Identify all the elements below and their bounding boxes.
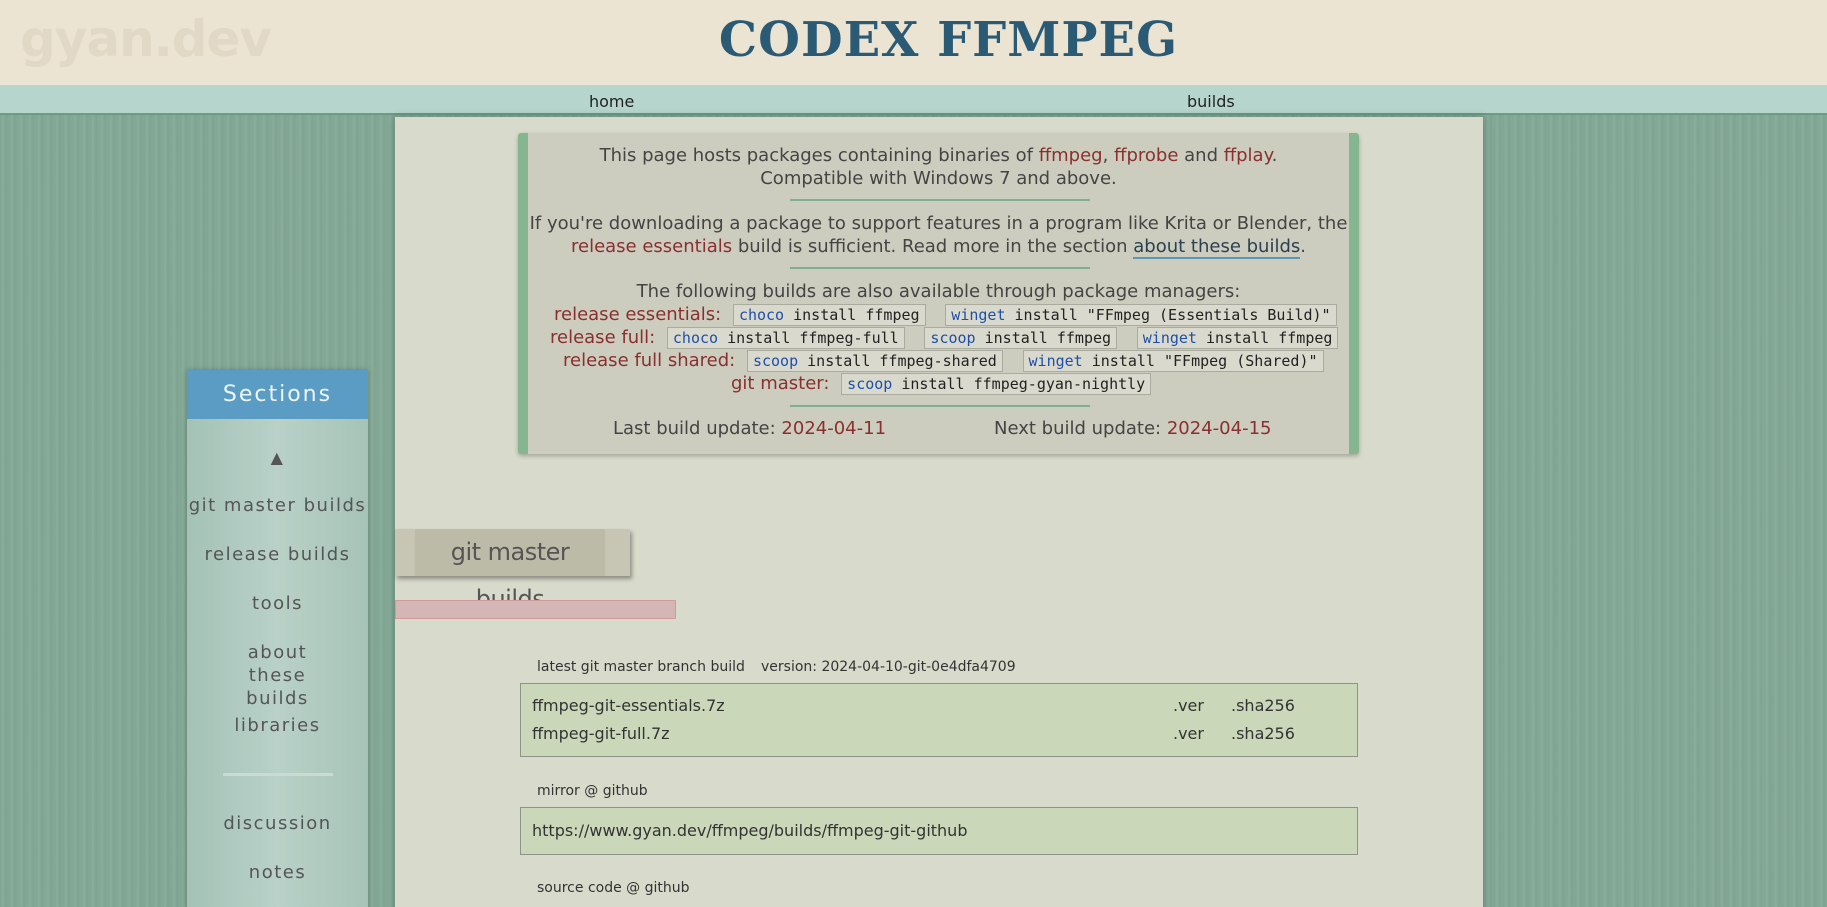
- package-manager-intro: The following builds are also available …: [636, 281, 1241, 302]
- sections-sidebar: Sections ▲ git master builds release bui…: [187, 370, 368, 907]
- ffprobe-term: ffprobe: [1114, 145, 1179, 166]
- release-essentials-term: release essentials: [570, 236, 733, 257]
- sha256-link[interactable]: .sha256: [1231, 696, 1295, 715]
- ver-link[interactable]: .ver: [1173, 696, 1204, 715]
- pm-tool: scoop: [752, 352, 799, 370]
- essentials-line: release essentials build is sufficient. …: [528, 236, 1349, 259]
- last-build-update: Last build update: 2024-04-11: [613, 418, 886, 439]
- compat-line: Compatible with Windows 7 and above.: [760, 168, 1117, 189]
- sidebar-item-git-master-builds[interactable]: git master builds: [187, 494, 368, 517]
- sidebar-item-about-these-builds[interactable]: about these builds: [187, 641, 368, 710]
- mirror-box: https://www.gyan.dev/ffmpeg/builds/ffmpe…: [520, 807, 1358, 855]
- pm-tool: choco: [738, 306, 785, 324]
- pm-args: install ffmpeg: [784, 306, 920, 324]
- section-heading: git master builds: [415, 529, 605, 613]
- download-box: ffmpeg-git-essentials.7z .ver .sha256 ff…: [520, 683, 1358, 757]
- pm-args: install ffmpeg: [1196, 329, 1333, 347]
- info-text: ,: [1102, 145, 1115, 166]
- last-build-date: 2024-04-11: [781, 418, 887, 439]
- scroll-top-arrow-icon[interactable]: ▲: [187, 446, 368, 469]
- pm-command[interactable]: scoop install ffmpeg-gyan-nightly: [841, 373, 1152, 395]
- info-text: .: [1271, 145, 1278, 166]
- mirror-link[interactable]: https://www.gyan.dev/ffmpeg/builds/ffmpe…: [532, 821, 967, 840]
- pm-args: install ffmpeg: [975, 329, 1112, 347]
- pm-command[interactable]: scoop install ffmpeg: [924, 327, 1118, 349]
- latest-build-caption: latest git master branch build: [537, 659, 745, 675]
- pm-args: install ffmpeg-shared: [798, 352, 997, 370]
- download-row: ffmpeg-git-full.7z .ver .sha256: [532, 724, 1342, 746]
- download-link[interactable]: ffmpeg-git-essentials.7z: [532, 696, 725, 715]
- info-intro-line: This page hosts packages containing bina…: [528, 145, 1349, 166]
- info-text: This page hosts packages containing bina…: [599, 145, 1039, 166]
- pm-command[interactable]: winget install "FFmpeg (Essentials Build…: [945, 304, 1337, 326]
- version-caption: version: 2024-04-10-git-0e4dfa4709: [761, 659, 1016, 675]
- pm-tool: winget: [951, 306, 1006, 324]
- pm-command[interactable]: choco install ffmpeg-full: [666, 327, 905, 349]
- pm-command[interactable]: winget install "FFmpeg (Shared)": [1022, 350, 1324, 372]
- sidebar-divider: [223, 773, 333, 776]
- info-text: .: [1300, 236, 1306, 257]
- pm-args: install "FFmpeg (Essentials Build)": [1005, 306, 1331, 324]
- ffmpeg-term: ffmpeg: [1038, 145, 1103, 166]
- about-builds-link[interactable]: about these builds: [1133, 236, 1301, 259]
- sidebar-item-libraries[interactable]: libraries: [187, 714, 368, 737]
- page-header: gyan.dev CODEX FFMPEG: [0, 0, 1827, 85]
- last-build-label: Last build update:: [613, 418, 782, 439]
- nav-link-builds[interactable]: builds: [1187, 92, 1235, 111]
- pm-label: git master:: [731, 373, 830, 394]
- page-title: CODEX FFMPEG: [718, 12, 1179, 68]
- next-build-update: Next build update: 2024-04-15: [994, 418, 1271, 439]
- pm-command[interactable]: scoop install ffmpeg-shared: [746, 350, 1003, 372]
- pm-label: release full shared:: [563, 350, 736, 371]
- divider: [790, 199, 1090, 201]
- ver-link[interactable]: .ver: [1173, 724, 1204, 743]
- krita-line: If you're downloading a package to suppo…: [529, 213, 1348, 234]
- pm-args: install "FFmpeg (Shared)": [1082, 352, 1318, 370]
- pm-label: release essentials:: [554, 304, 722, 325]
- section-heading-tab: git master builds: [395, 529, 630, 613]
- pm-args: install ffmpeg-gyan-nightly: [892, 375, 1146, 393]
- info-text: and: [1178, 145, 1224, 166]
- top-navbar: home builds: [0, 85, 1827, 115]
- sidebar-item-tools[interactable]: tools: [187, 592, 368, 615]
- divider: [790, 267, 1090, 269]
- sidebar-item-notes[interactable]: notes: [187, 861, 368, 884]
- pm-row-git-master: git master: scoop install ffmpeg-gyan-ni…: [731, 373, 1152, 395]
- pm-row-release-full-shared: release full shared: scoop install ffmpe…: [563, 350, 1324, 372]
- download-row: ffmpeg-git-essentials.7z .ver .sha256: [532, 696, 1342, 718]
- ffplay-term: ffplay: [1223, 145, 1272, 166]
- pm-tool: winget: [1028, 352, 1083, 370]
- sidebar-item-discussion[interactable]: discussion: [187, 812, 368, 835]
- next-build-date: 2024-04-15: [1166, 418, 1272, 439]
- pm-command[interactable]: choco install ffmpeg: [732, 304, 926, 326]
- pm-args: install ffmpeg-full: [718, 329, 899, 347]
- pm-tool: choco: [672, 329, 719, 347]
- sidebar-item-release-builds[interactable]: release builds: [187, 543, 368, 566]
- pm-row-release-essentials: release essentials: choco install ffmpeg…: [554, 304, 1337, 326]
- source-caption: source code @ github: [537, 880, 690, 896]
- pm-label: release full:: [550, 327, 656, 348]
- pm-tool: winget: [1142, 329, 1197, 347]
- divider: [790, 405, 1090, 407]
- info-box: This page hosts packages containing bina…: [518, 133, 1359, 454]
- pm-tool: scoop: [930, 329, 976, 347]
- pm-tool: scoop: [847, 375, 893, 393]
- sidebar-title: Sections: [187, 370, 368, 419]
- download-link[interactable]: ffmpeg-git-full.7z: [532, 724, 670, 743]
- pm-command[interactable]: winget install ffmpeg: [1136, 327, 1339, 349]
- next-build-label: Next build update:: [994, 418, 1167, 439]
- pm-row-release-full: release full: choco install ffmpeg-full …: [550, 327, 1339, 349]
- nav-link-home[interactable]: home: [589, 92, 634, 111]
- section-accent-bar: [395, 600, 676, 619]
- mirror-caption: mirror @ github: [537, 783, 648, 799]
- info-text: build is sufficient. Read more in the se…: [732, 236, 1134, 257]
- sha256-link[interactable]: .sha256: [1231, 724, 1295, 743]
